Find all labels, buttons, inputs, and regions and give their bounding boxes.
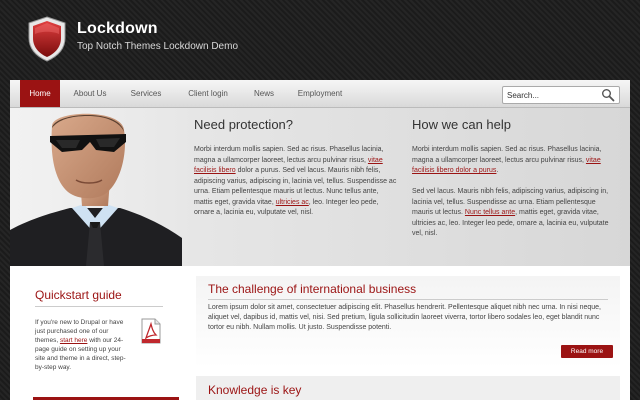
site-title[interactable]: Lockdown bbox=[77, 20, 158, 38]
nav-item-client-login[interactable]: Client login bbox=[176, 80, 240, 107]
nav-item-services[interactable]: Services bbox=[120, 80, 172, 107]
nav-item-home[interactable]: Home bbox=[20, 80, 60, 107]
nav-item-news[interactable]: News bbox=[244, 80, 284, 107]
hero-col2-text-a: Morbi interdum mollis sapien. Sed ac ris… bbox=[412, 146, 602, 164]
quickstart-divider bbox=[35, 306, 163, 307]
challenge-text: Lorem ipsum dolor sit amet, consectetuer… bbox=[208, 304, 602, 331]
hero-col1-text: Morbi interdum mollis sapien. Sed ac ris… bbox=[194, 145, 399, 219]
quickstart-link[interactable]: start here bbox=[60, 337, 87, 344]
main-nav: Home About Us Services Client login News… bbox=[10, 80, 630, 108]
quickstart-text: If you're new to Drupal or have just pur… bbox=[35, 318, 129, 372]
page-container: Home About Us Services Client login News… bbox=[10, 80, 630, 400]
hero-col1-text-a: Morbi interdum mollis sapien. Sed ac ris… bbox=[194, 146, 384, 164]
search-icon[interactable] bbox=[601, 88, 615, 102]
quickstart-title: Quickstart guide bbox=[35, 288, 122, 302]
search-box bbox=[502, 86, 620, 104]
nav-item-about-us[interactable]: About Us bbox=[64, 80, 116, 107]
hero-col2-text-b: . bbox=[496, 167, 499, 174]
hero-col2-text: Morbi interdum mollis sapien. Sed ac ris… bbox=[412, 145, 617, 177]
search-input[interactable] bbox=[505, 88, 599, 102]
challenge-divider bbox=[208, 299, 608, 300]
knowledge-title[interactable]: Knowledge is key bbox=[208, 383, 301, 397]
hero-col1-link2[interactable]: ultricies ac bbox=[276, 199, 309, 206]
hero-col2-title: How we can help bbox=[412, 117, 511, 132]
challenge-article: The challenge of international business … bbox=[196, 276, 620, 368]
hero-col2-text2: Sed vel lacus. Mauris nibh felis, adipis… bbox=[412, 187, 617, 240]
pdf-icon[interactable] bbox=[140, 318, 162, 344]
read-more-button[interactable]: Read more bbox=[561, 345, 613, 358]
hero-banner: Need protection? Morbi interdum mollis s… bbox=[10, 108, 630, 266]
nav-item-employment[interactable]: Employment bbox=[288, 80, 352, 107]
knowledge-article: Knowledge is key bbox=[196, 376, 620, 400]
shield-logo-icon[interactable] bbox=[27, 16, 67, 62]
site-header: Lockdown Top Notch Themes Lockdown Demo bbox=[0, 0, 640, 80]
hero-man-photo bbox=[10, 108, 182, 266]
hero-col2-link2[interactable]: Nunc tellus ante bbox=[465, 209, 515, 216]
hero-col1-title: Need protection? bbox=[194, 117, 294, 132]
challenge-title[interactable]: The challenge of international business bbox=[208, 282, 416, 296]
site-slogan: Top Notch Themes Lockdown Demo bbox=[77, 41, 239, 52]
